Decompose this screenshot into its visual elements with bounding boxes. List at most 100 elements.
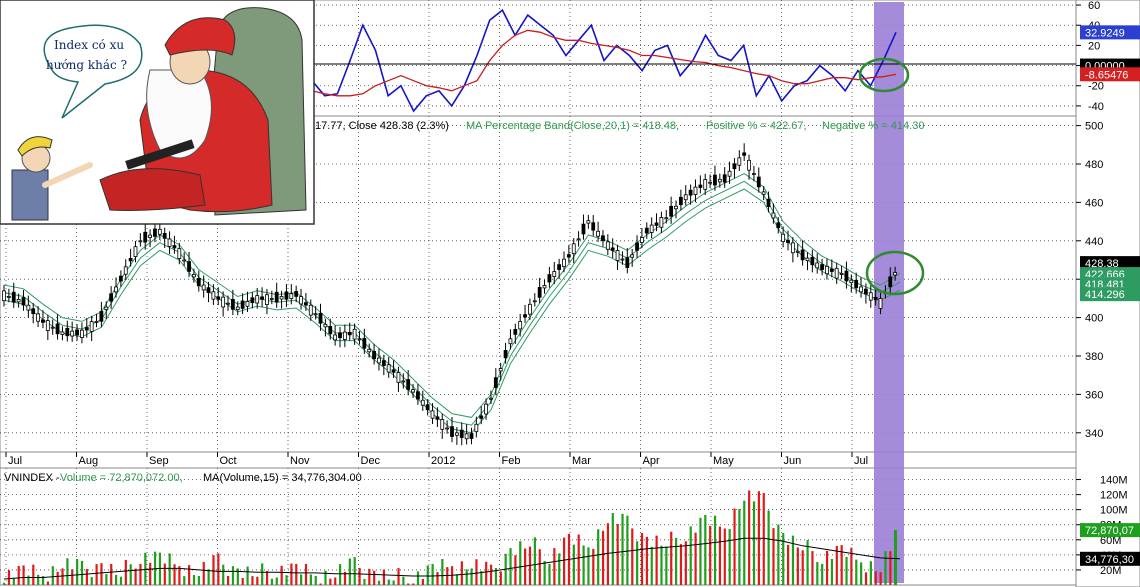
volume-bar xyxy=(37,574,40,585)
volume-bar xyxy=(752,501,756,585)
candle-body xyxy=(274,291,279,303)
volume-bar xyxy=(95,564,98,585)
volume-bar xyxy=(689,526,692,585)
volume-bar xyxy=(796,547,799,585)
volume-bar xyxy=(489,564,493,585)
candle-body xyxy=(839,273,844,275)
candle-body xyxy=(396,372,401,383)
price-tick-label: 500 xyxy=(1085,121,1103,133)
volume-bar xyxy=(558,553,561,585)
candle-body xyxy=(605,241,610,250)
candle-body xyxy=(60,331,65,335)
candle-body xyxy=(21,297,26,306)
volume-bar xyxy=(314,575,317,585)
candle-body xyxy=(698,184,703,188)
candle-body xyxy=(420,399,425,406)
volume-bar xyxy=(601,530,605,585)
volume-bar xyxy=(636,541,639,585)
candle-body xyxy=(157,228,162,235)
candle-body xyxy=(523,314,527,318)
volume-bar xyxy=(163,563,166,585)
volume-bar xyxy=(704,514,707,585)
candle-body xyxy=(756,176,761,188)
volume-bar xyxy=(304,563,308,585)
volume-bar xyxy=(358,568,361,585)
candle-body xyxy=(849,279,854,284)
candle-body xyxy=(752,173,756,176)
volume-bar xyxy=(748,490,751,585)
volume-bar xyxy=(499,571,502,585)
volume-bar xyxy=(869,561,872,585)
candle-body xyxy=(474,423,479,433)
candle-body xyxy=(80,329,84,338)
candle-body xyxy=(406,379,411,390)
candle-body xyxy=(440,419,445,430)
volume-bar xyxy=(694,532,697,585)
volume-bar xyxy=(392,580,395,585)
candle-body xyxy=(118,275,123,282)
value-tag-text-signal: -8.65476 xyxy=(1085,69,1128,81)
candle-body xyxy=(766,198,771,208)
kid-body xyxy=(11,169,49,221)
candle-body xyxy=(362,337,367,349)
candle-body xyxy=(435,416,440,420)
candle-body xyxy=(55,323,60,335)
volume-bar xyxy=(816,562,819,585)
volume-bar xyxy=(295,563,298,585)
candle-body xyxy=(36,313,40,322)
volume-bar xyxy=(348,558,351,585)
candle-body xyxy=(128,258,133,262)
volume-bar xyxy=(373,570,376,585)
volume-bar xyxy=(124,559,127,585)
candle-body xyxy=(357,338,362,341)
candle-body xyxy=(391,369,396,373)
volume-bar xyxy=(7,570,11,585)
candle-body xyxy=(620,258,625,261)
value-tag-text-osc: 32.9249 xyxy=(1085,27,1125,39)
candle-body xyxy=(187,261,191,272)
candle-body xyxy=(84,327,89,331)
candle-body xyxy=(26,304,31,311)
candle-body xyxy=(581,223,586,235)
price-header-band: MA Percentage Band(Close,20,1) = 418.48, xyxy=(466,120,679,132)
x-tick-label: Jun xyxy=(784,455,802,467)
volume-bar xyxy=(699,517,702,585)
volume-bar xyxy=(675,537,678,585)
candle-body xyxy=(800,249,805,261)
volume-bar xyxy=(46,581,50,585)
candle-body xyxy=(123,266,128,275)
volume-bar xyxy=(436,572,439,585)
volume-bar xyxy=(879,572,882,585)
volume-bar xyxy=(134,568,137,585)
volume-bar xyxy=(577,534,580,585)
volume-bar xyxy=(733,508,736,585)
volume-bar xyxy=(470,568,473,585)
candle-body xyxy=(284,291,289,300)
candle-body xyxy=(537,287,542,298)
volume-bar xyxy=(227,575,230,585)
volume-bar xyxy=(231,566,235,585)
candle-body xyxy=(416,391,420,400)
candle-body xyxy=(260,296,264,300)
volume-bar xyxy=(738,509,741,585)
candle-body xyxy=(669,205,674,217)
volume-bar xyxy=(626,515,629,585)
volume-bar xyxy=(265,571,269,585)
volume-bar xyxy=(830,559,834,585)
volume-bar xyxy=(353,557,356,585)
candle-body xyxy=(513,329,518,335)
volume-bar xyxy=(650,546,653,585)
volume-bar xyxy=(412,583,415,585)
speech-line-2: hướng khác ? xyxy=(46,58,127,72)
candle-body xyxy=(333,334,338,341)
candle-body xyxy=(143,231,148,243)
candle-body xyxy=(771,212,776,219)
candle-body xyxy=(255,295,260,304)
candle-body xyxy=(873,296,878,301)
x-tick-label: Sep xyxy=(149,455,169,467)
volume-bar xyxy=(22,565,25,585)
volume-bar xyxy=(640,533,644,585)
x-tick-label: Apr xyxy=(643,455,660,467)
candle-body xyxy=(825,265,829,275)
price-tick-label: 340 xyxy=(1085,428,1103,440)
